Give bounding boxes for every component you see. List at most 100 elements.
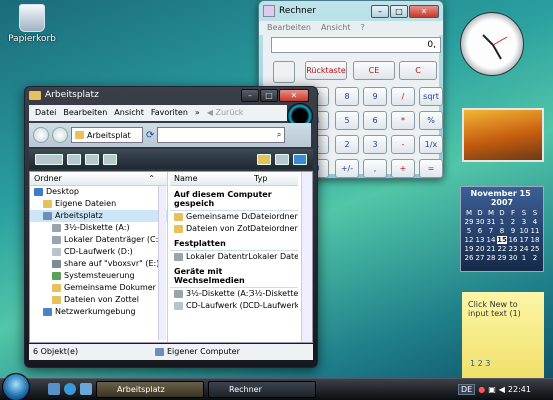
- calendar-day[interactable]: 13: [475, 236, 485, 244]
- calendar-day[interactable]: 12: [464, 236, 474, 244]
- calendar-day[interactable]: 5: [464, 227, 474, 235]
- calendar-day[interactable]: 27: [475, 254, 485, 262]
- menu-favoriten[interactable]: Favoriten: [151, 105, 188, 121]
- calc-key[interactable]: 3: [363, 135, 387, 154]
- calendar-day[interactable]: 1: [519, 254, 529, 262]
- back-arrow-icon[interactable]: [33, 127, 49, 143]
- calendar-day[interactable]: 28: [486, 254, 496, 262]
- refresh-icon[interactable]: ⟳: [146, 130, 154, 141]
- calendar-day[interactable]: 30: [508, 254, 518, 262]
- file-row[interactable]: CD-Laufwerk (D:) CD-Laufwerk: [170, 300, 298, 312]
- list-scrollbar[interactable]: [301, 172, 312, 342]
- menu-help[interactable]: ?: [361, 21, 365, 35]
- calendar-day[interactable]: 14: [486, 236, 496, 244]
- calendar-day[interactable]: 23: [508, 245, 518, 253]
- copy-icon[interactable]: [103, 153, 117, 165]
- start-button[interactable]: [2, 373, 30, 400]
- clock-time[interactable]: 22:41: [508, 385, 531, 394]
- show-desktop-icon[interactable]: [48, 383, 60, 395]
- menu-bearbeiten[interactable]: Bearbeiten: [267, 21, 311, 35]
- calc-key[interactable]: -: [391, 135, 415, 154]
- chevron-up-icon[interactable]: ⌃: [148, 172, 155, 186]
- maximize-button[interactable]: □: [390, 4, 408, 18]
- backspace-button[interactable]: Rücktaste: [305, 61, 347, 80]
- calendar-day[interactable]: 15: [497, 236, 507, 244]
- tree-item[interactable]: Lokaler Datenträger (C:: [30, 234, 167, 246]
- minimize-button[interactable]: –: [241, 88, 259, 102]
- calculator-titlebar[interactable]: Rechner – □ ✕: [259, 1, 443, 21]
- map-drive-icon[interactable]: [275, 153, 289, 165]
- security-icon[interactable]: ●: [478, 385, 485, 394]
- calc-key[interactable]: 8: [335, 87, 359, 106]
- calendar-day[interactable]: 7: [486, 227, 496, 235]
- calendar-day[interactable]: 19: [464, 245, 474, 253]
- network-icon[interactable]: ▣: [488, 385, 496, 394]
- tree-item[interactable]: CD-Laufwerk (D:): [30, 246, 167, 258]
- calendar-day[interactable]: 29: [464, 218, 474, 226]
- tree-item[interactable]: Netzwerkumgebung: [30, 306, 167, 318]
- calc-key[interactable]: 1/x: [419, 135, 443, 154]
- back-toolbar-button[interactable]: ◀ Zurück: [207, 105, 244, 121]
- calendar-day[interactable]: 11: [530, 227, 540, 235]
- search-icon[interactable]: ⌕: [277, 130, 281, 140]
- menu-more[interactable]: »: [195, 105, 200, 121]
- calc-key[interactable]: 9: [363, 87, 387, 106]
- tree-item[interactable]: Eigene Dateien: [30, 198, 167, 210]
- file-row[interactable]: 3½-Diskette (A:) 3½-Diskette: [170, 288, 298, 300]
- tree-item[interactable]: Gemeinsame Dokumer: [30, 282, 167, 294]
- calc-key[interactable]: 6: [363, 111, 387, 130]
- close-button[interactable]: ✕: [409, 4, 439, 18]
- internet-explorer-icon[interactable]: [64, 383, 76, 395]
- address-bar[interactable]: Arbeitsplat: [71, 127, 143, 143]
- calendar-day[interactable]: 9: [508, 227, 518, 235]
- calendar-day[interactable]: 16: [508, 236, 518, 244]
- nav-panel-header[interactable]: Ordner ⌃: [30, 172, 167, 186]
- calendar-day[interactable]: 10: [519, 227, 529, 235]
- tree-item[interactable]: 3½-Diskette (A:): [30, 222, 167, 234]
- recycle-bin-icon[interactable]: Papierkorb: [6, 4, 58, 44]
- menu-datei[interactable]: Datei: [35, 105, 56, 121]
- calendar-day[interactable]: 2: [530, 254, 540, 262]
- tree-item[interactable]: Desktop: [30, 186, 167, 198]
- details-icon[interactable]: [85, 153, 99, 165]
- calc-key[interactable]: +/-: [335, 159, 359, 178]
- calendar-gadget[interactable]: November 15 2007 M D M D F S S 29 30 31 1 2 3 4 5 6 7 8 9 1…: [460, 186, 544, 272]
- views-icon[interactable]: [35, 153, 63, 165]
- calc-key[interactable]: ,: [363, 159, 387, 178]
- menu-bearbeiten[interactable]: Bearbeiten: [63, 105, 107, 121]
- taskbar-item-arbeitsplatz[interactable]: Arbeitsplatz: [96, 381, 204, 398]
- tree-item[interactable]: Dateien von Zottel: [30, 294, 167, 306]
- folder-up-icon[interactable]: [257, 153, 271, 165]
- calendar-day[interactable]: 17: [519, 236, 529, 244]
- explorer-window[interactable]: Arbeitsplatz – □ ✕ Datei Bearbeiten Ansi…: [24, 86, 318, 368]
- calc-key[interactable]: %: [419, 111, 443, 130]
- calc-key[interactable]: +: [391, 159, 415, 178]
- taskbar-item-rechner[interactable]: Rechner: [208, 381, 316, 398]
- calc-key[interactable]: *: [391, 111, 415, 130]
- tree-item[interactable]: Arbeitsplatz: [30, 210, 167, 222]
- volume-icon[interactable]: ◀: [499, 385, 505, 394]
- calendar-day[interactable]: 31: [486, 218, 496, 226]
- calendar-day[interactable]: 8: [497, 227, 507, 235]
- calc-key[interactable]: /: [391, 87, 415, 106]
- calendar-day[interactable]: 1: [497, 218, 507, 226]
- language-indicator[interactable]: DE: [458, 384, 476, 395]
- menu-ansicht[interactable]: Ansicht: [114, 105, 144, 121]
- file-row[interactable]: Lokaler Datenträ...Lokaler Date: [170, 251, 298, 263]
- column-type[interactable]: Typ: [254, 172, 267, 185]
- properties-icon[interactable]: [293, 153, 307, 165]
- layout-icon[interactable]: [67, 153, 81, 165]
- forward-arrow-icon[interactable]: [52, 127, 68, 143]
- calc-key[interactable]: 2: [335, 135, 359, 154]
- calendar-day[interactable]: 3: [519, 218, 529, 226]
- maximize-button[interactable]: □: [260, 88, 278, 102]
- calendar-day[interactable]: 29: [497, 254, 507, 262]
- calendar-day[interactable]: 30: [475, 218, 485, 226]
- calendar-day[interactable]: 2: [508, 218, 518, 226]
- calendar-day[interactable]: 21: [486, 245, 496, 253]
- column-name[interactable]: Name: [174, 172, 254, 185]
- clear-entry-button[interactable]: CE: [353, 61, 395, 80]
- tree-item[interactable]: share auf "vboxsvr" (E:): [30, 258, 167, 270]
- calc-key[interactable]: sqrt: [419, 87, 443, 106]
- calendar-day[interactable]: 20: [475, 245, 485, 253]
